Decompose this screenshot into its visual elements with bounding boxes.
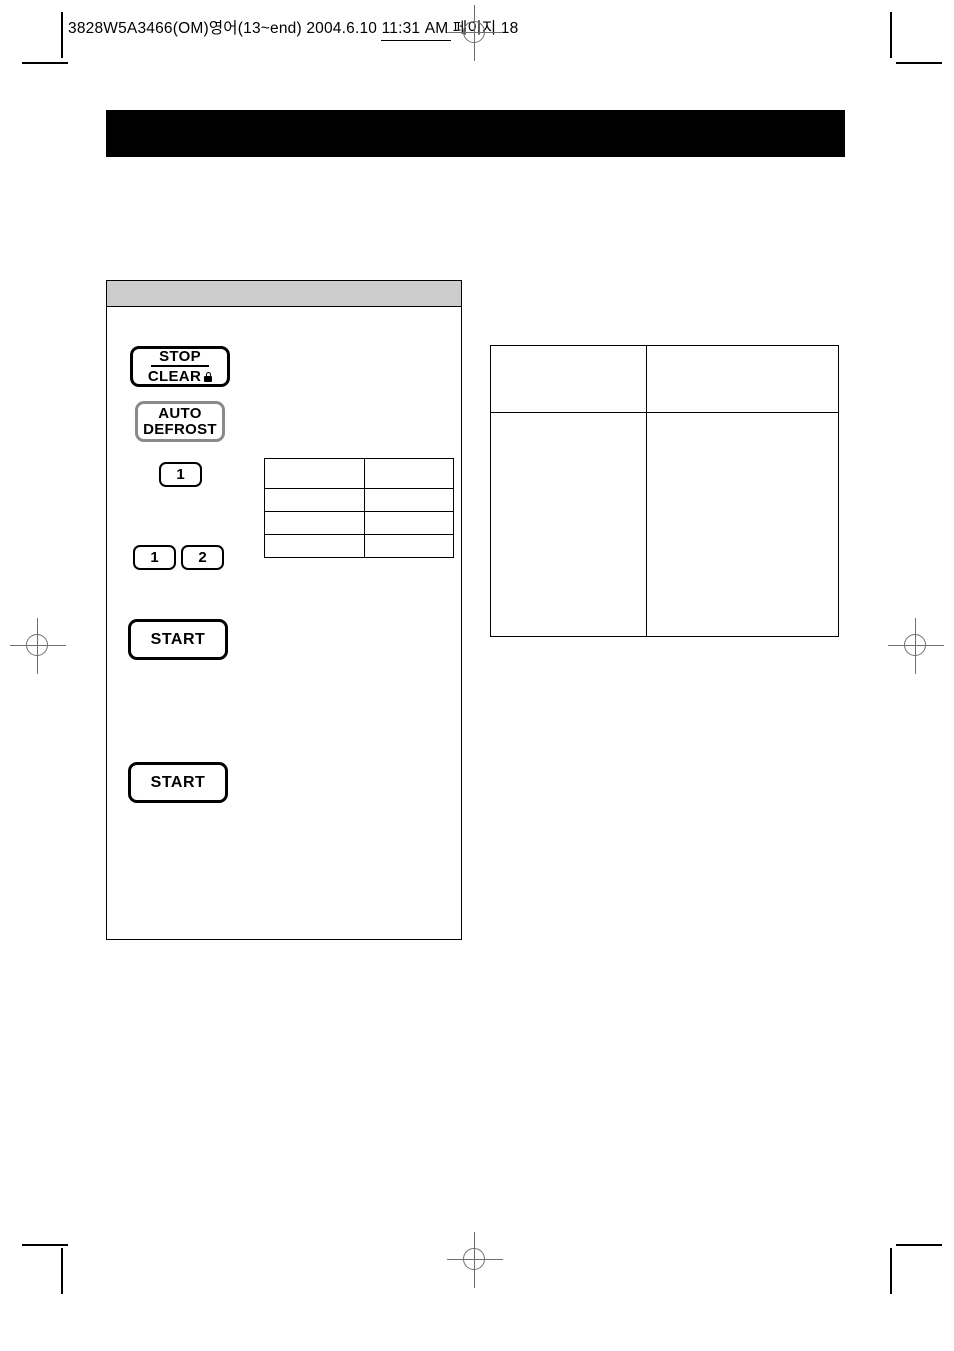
auto-defrost-button[interactable]: AUTO DEFROST [135,401,225,442]
start-button-second[interactable]: START [128,762,228,803]
auto-defrost-label-line2: DEFROST [143,420,217,438]
crop-mark-bottom-left-vertical [61,1248,63,1294]
panel-body: STOP CLEAR AUTO DEFROST 1 1 2 START STAR… [107,307,461,939]
table-row [264,511,455,535]
number-key-2[interactable]: 2 [181,545,224,570]
registration-mark-right [888,618,944,674]
start-button-first[interactable]: START [128,619,228,660]
crop-mark-bottom-right-horizontal [896,1244,942,1246]
stop-clear-label-clear-row: CLEAR [147,367,213,385]
table-cell [264,511,365,535]
crop-mark-top-right-vertical [890,12,892,58]
table-row [490,412,840,637]
table-cell [363,534,455,558]
crop-mark-bottom-left-horizontal [22,1244,68,1246]
panel-header-strip [107,281,461,307]
lock-icon [204,371,213,382]
table-header-cell [645,345,840,413]
table-cell [264,488,365,512]
table-row [264,458,455,489]
crop-mark-top-right-horizontal [896,62,942,64]
page-canvas: 3828W5A3466(OM)영어(13~end) 2004.6.10 11:3… [0,0,954,1351]
section-title-bar [106,110,845,157]
table-cell [363,511,455,535]
table-cell [363,488,455,512]
number-key-1-first[interactable]: 1 [159,462,202,487]
crop-mark-bottom-right-vertical [890,1248,892,1294]
table-header-cell [490,345,647,413]
crop-mark-top-left-horizontal [22,62,68,64]
prepress-slug-underline [381,40,451,41]
right-content-table [490,345,840,637]
number-key-1-second[interactable]: 1 [133,545,176,570]
table-cell [363,458,455,489]
crop-mark-top-left-vertical [61,12,63,58]
panel-inner-table [264,458,455,558]
stop-clear-button[interactable]: STOP CLEAR [130,346,230,387]
registration-mark-bottom [447,1232,503,1288]
table-cell [490,412,647,637]
stop-clear-label-clear: CLEAR [147,368,202,385]
table-cell [264,458,365,489]
table-cell [264,534,365,558]
control-panel-illustration: STOP CLEAR AUTO DEFROST 1 1 2 START STAR… [106,280,462,940]
table-cell [645,412,840,637]
table-header-row [490,345,840,413]
table-row [264,488,455,512]
registration-mark-top [447,5,503,61]
auto-defrost-label-line1: AUTO [158,404,202,422]
registration-mark-left [10,618,66,674]
stop-clear-label-stop: STOP [151,349,209,367]
table-row [264,534,455,558]
